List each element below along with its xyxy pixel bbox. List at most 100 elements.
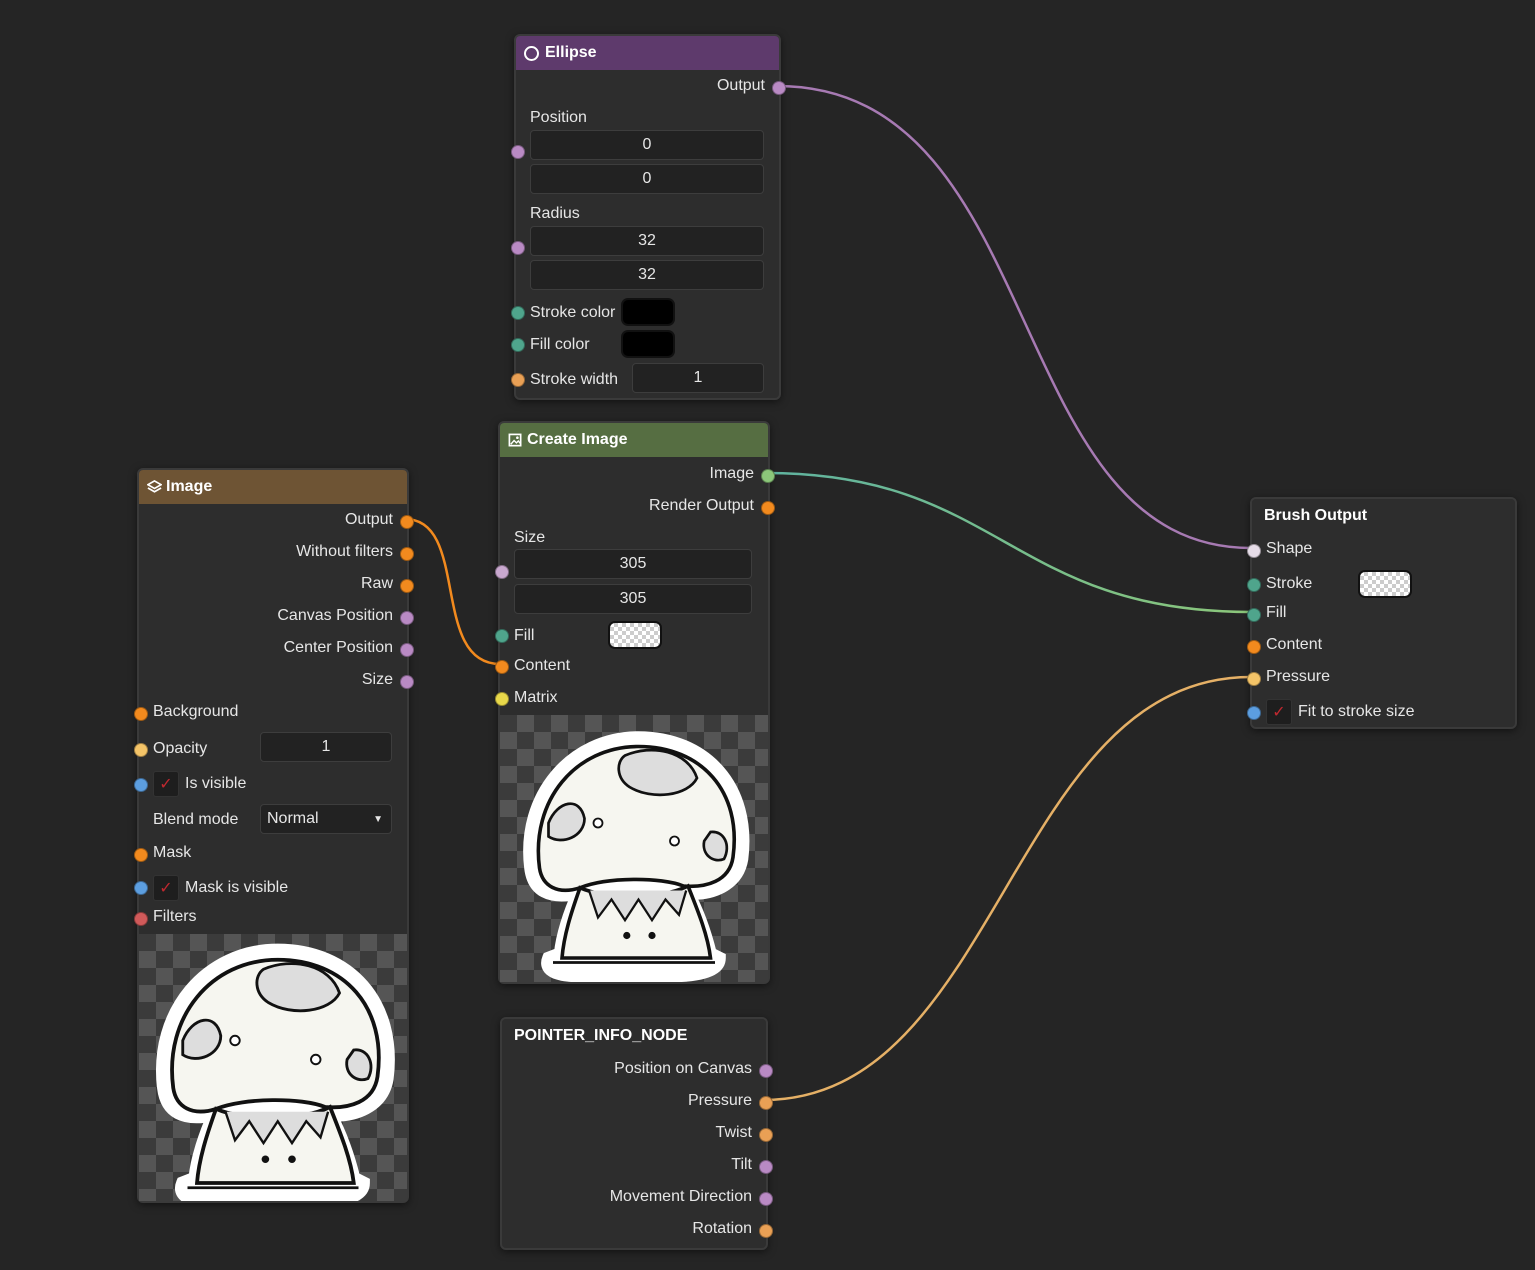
content-label: Content <box>514 657 571 674</box>
blend-mode-label: Blend mode <box>153 811 239 828</box>
size-label: Size <box>514 529 546 546</box>
pointer-output-row-3: Tilt <box>502 1151 766 1179</box>
size-width-field[interactable]: 305 <box>514 549 752 579</box>
image-output-label-0: Output <box>344 511 393 528</box>
opacity-label: Opacity <box>153 740 208 757</box>
pointer-info-node-title: POINTER_INFO_NODE <box>514 1027 688 1044</box>
radius-y-value: 32 <box>638 266 656 283</box>
fill-swatch[interactable] <box>608 621 662 649</box>
pointer-output-socket-5[interactable] <box>759 1224 773 1238</box>
image-output-socket-5[interactable] <box>400 675 414 689</box>
fill-color-swatch[interactable] <box>621 330 675 358</box>
dropdown-caret-icon: ▼ <box>373 813 383 825</box>
radius-label: Radius <box>530 205 580 222</box>
pointer-info-node[interactable]: POINTER_INFO_NODE Position on Canvas Pre… <box>500 1017 773 1250</box>
ellipse-node[interactable]: Ellipse Output Position 0 0 Radius 32 32… <box>511 34 786 400</box>
wire-ellipse-output-to-shape <box>776 84 1252 550</box>
image-output-row-3: Canvas Position <box>139 602 407 630</box>
blend-mode-select[interactable]: Normal ▼ <box>260 804 392 834</box>
radius-label-row: Radius <box>516 200 779 228</box>
image-output-label-1: Without filters <box>296 543 393 560</box>
pointer-output-row-4: Movement Direction <box>502 1183 766 1211</box>
pointer-output-socket-0[interactable] <box>759 1064 773 1078</box>
stroke-label: Stroke <box>1266 575 1313 592</box>
size-height-field[interactable]: 305 <box>514 584 752 614</box>
pressure-row: Pressure <box>1252 663 1515 691</box>
filters-label: Filters <box>153 908 197 925</box>
position-y-value: 0 <box>642 170 652 187</box>
pointer-output-label-0: Position on Canvas <box>614 1060 752 1077</box>
fit-stroke-label: Fit to stroke size <box>1298 703 1415 720</box>
position-label-row: Position <box>516 104 779 132</box>
image-output-row-1: Without filters <box>139 538 407 566</box>
create-image-preview <box>500 715 768 982</box>
create-image-node[interactable]: Create Image Image Render Output Size 30… <box>495 421 775 984</box>
image-output-socket-3[interactable] <box>400 611 414 625</box>
pointer-output-row-5: Rotation <box>502 1215 766 1243</box>
radius-x-field[interactable]: 32 <box>530 226 764 256</box>
position-x-value: 0 <box>642 136 652 153</box>
pointer-output-label-4: Movement Direction <box>609 1188 752 1205</box>
mask-visible-row: Mask is visible <box>139 874 407 902</box>
content-label: Content <box>1266 636 1323 653</box>
image-node-header[interactable]: Image <box>139 470 407 504</box>
image-output-row: Image <box>500 460 768 488</box>
mask-row: Mask <box>139 839 407 867</box>
shape-label: Shape <box>1266 540 1313 557</box>
ellipse-node-header[interactable]: Ellipse <box>516 36 779 70</box>
mask-visible-label: Mask is visible <box>185 879 289 896</box>
brush-output-node[interactable]: Brush Output Shape Stroke Fill Content P… <box>1247 497 1517 729</box>
pointer-output-label-2: Twist <box>715 1124 752 1141</box>
stroke-width-field[interactable]: 1 <box>632 363 764 393</box>
image-output-socket-4[interactable] <box>400 643 414 657</box>
size-height-value: 305 <box>619 590 647 607</box>
render-output-socket[interactable] <box>761 501 775 515</box>
position-label: Position <box>530 109 587 126</box>
image-node-title: Image <box>166 478 213 495</box>
ellipse-output-label: Output <box>716 77 765 94</box>
ellipse-output-socket[interactable] <box>772 81 786 95</box>
brush-output-node-header[interactable]: Brush Output <box>1252 499 1515 533</box>
circle-outline-icon <box>524 45 539 61</box>
pointer-output-socket-4[interactable] <box>759 1192 773 1206</box>
pointer-output-row-0: Position on Canvas <box>502 1055 766 1083</box>
image-output-label-4: Center Position <box>283 639 393 656</box>
brush-output-node-title: Brush Output <box>1264 507 1368 524</box>
wire-pressure-to-pressure <box>762 675 1252 1102</box>
ellipse-output-row: Output <box>516 72 779 100</box>
pointer-output-label-5: Rotation <box>692 1220 752 1237</box>
position-y-field[interactable]: 0 <box>530 164 764 194</box>
is-visible-label: Is visible <box>185 775 247 792</box>
image-output-socket-1[interactable] <box>400 547 414 561</box>
radius-input-socket[interactable] <box>511 241 525 255</box>
fill-label: Fill <box>514 627 535 644</box>
stroke-width-label: Stroke width <box>530 371 619 388</box>
pointer-info-node-header[interactable]: POINTER_INFO_NODE <box>502 1019 766 1053</box>
fill-row: Fill <box>1252 599 1515 627</box>
position-x-field[interactable]: 0 <box>530 130 764 160</box>
pointer-output-socket-2[interactable] <box>759 1128 773 1142</box>
position-input-socket[interactable] <box>511 145 525 159</box>
ellipse-node-title: Ellipse <box>545 44 597 61</box>
is-visible-row: Is visible <box>139 770 407 798</box>
image-output-socket-2[interactable] <box>400 579 414 593</box>
image-output-socket[interactable] <box>761 469 775 483</box>
image-node[interactable]: Image Output Without filters Raw Canvas … <box>134 468 414 1203</box>
content-row: Content <box>500 652 768 680</box>
mushroom-image <box>156 943 395 1201</box>
background-label: Background <box>153 703 239 720</box>
fill-label: Fill <box>1266 604 1287 621</box>
pointer-output-socket-1[interactable] <box>759 1096 773 1110</box>
pointer-output-label-3: Tilt <box>731 1156 752 1173</box>
pointer-output-label-1: Pressure <box>687 1092 752 1109</box>
mask-label: Mask <box>153 844 192 861</box>
size-input-socket[interactable] <box>495 565 509 579</box>
image-output-socket-0[interactable] <box>400 515 414 529</box>
opacity-field[interactable]: 1 <box>260 732 392 762</box>
stroke-swatch[interactable] <box>1358 570 1412 598</box>
stroke-color-swatch[interactable] <box>621 298 675 326</box>
pointer-output-socket-3[interactable] <box>759 1160 773 1174</box>
create-image-node-header[interactable]: Create Image <box>500 423 768 457</box>
radius-y-field[interactable]: 32 <box>530 260 764 290</box>
render-output-row: Render Output <box>500 492 768 520</box>
